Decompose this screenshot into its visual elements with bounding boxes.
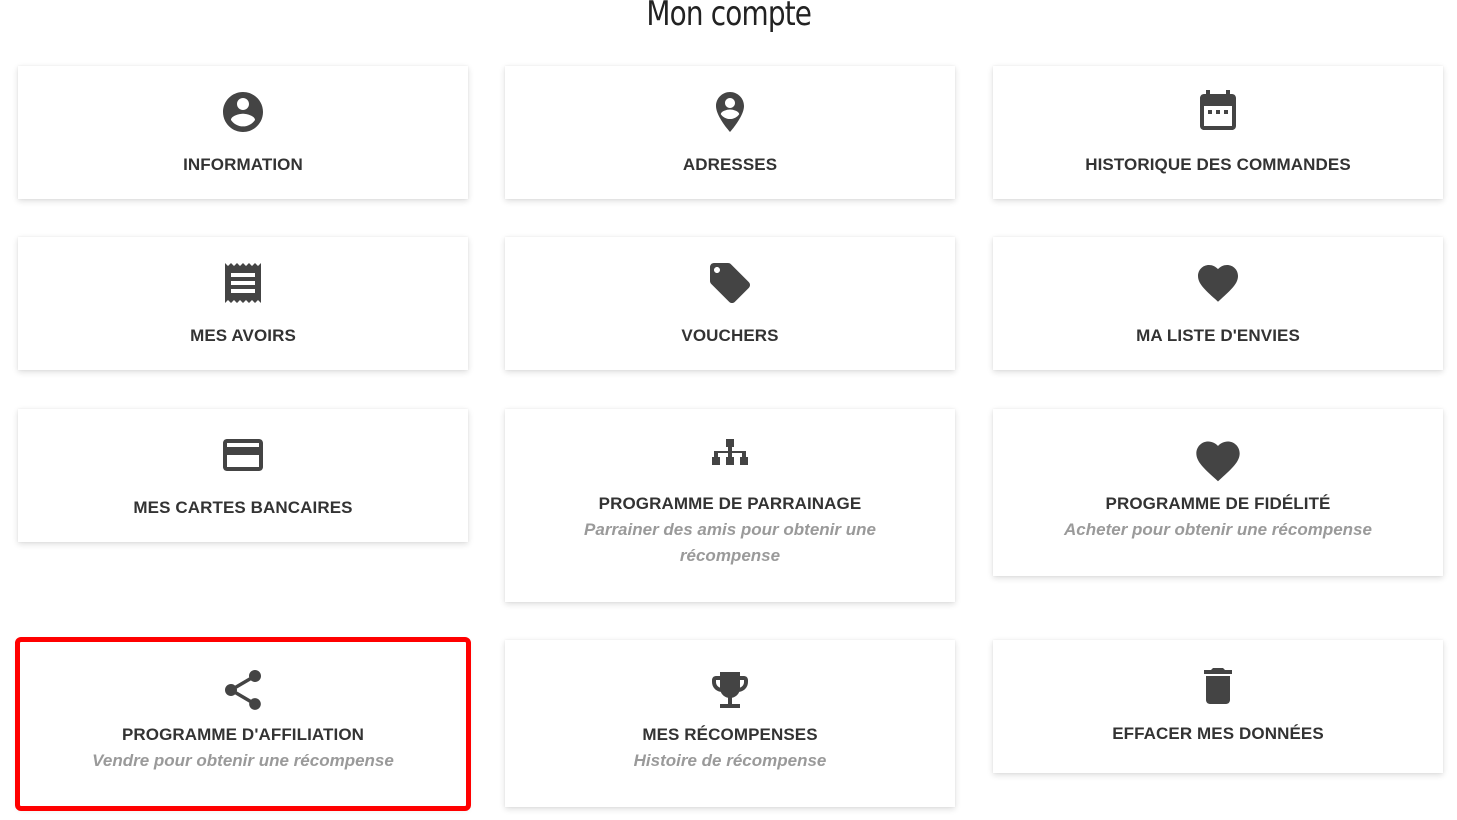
tag-icon [710, 263, 750, 303]
card-parrainage[interactable]: PROGRAMME DE PARRAINAGE Parrainer des am… [505, 409, 955, 602]
card-label: HISTORIQUE DES COMMANDES [1085, 155, 1351, 174]
card-subtitle: Vendre pour obtenir une récompense [92, 751, 394, 770]
heart-icon [1196, 441, 1240, 482]
card-subtitle: Histoire de récompense [633, 751, 827, 770]
receipt-icon [225, 263, 261, 303]
card-label: ADRESSES [682, 155, 778, 174]
share-icon [225, 670, 261, 710]
card-effacer-donnees[interactable]: EFFACER MES DONNÉES [993, 640, 1443, 773]
heart-icon [1198, 265, 1238, 302]
card-recompenses[interactable]: MES RÉCOMPENSES Histoire de récompense [505, 640, 955, 807]
card-label: MES CARTES BANCAIRES [133, 498, 353, 517]
card-mes-avoirs[interactable]: MES AVOIRS [18, 237, 468, 370]
card-label: MES AVOIRS [190, 326, 296, 345]
card-label: MA LISTE D'ENVIES [1136, 326, 1300, 345]
card-cartes-bancaires[interactable]: MES CARTES BANCAIRES [18, 409, 468, 542]
location-pin-icon [716, 92, 744, 132]
trophy-icon [712, 672, 748, 708]
card-fidelite[interactable]: PROGRAMME DE FIDÉLITÉ Acheter pour obten… [993, 409, 1443, 576]
card-historique-commandes[interactable]: HISTORIQUE DES COMMANDES [993, 66, 1443, 199]
card-label: PROGRAMME DE FIDÉLITÉ [1105, 494, 1331, 513]
card-affiliation[interactable]: PROGRAMME D'AFFILIATION Vendre pour obte… [18, 640, 468, 807]
calendar-icon [1200, 90, 1236, 130]
card-label: VOUCHERS [681, 326, 779, 345]
sitemap-icon [712, 439, 748, 465]
card-label: MES RÉCOMPENSES [642, 725, 818, 744]
page-title: Mon compte [646, 0, 812, 34]
card-label: EFFACER MES DONNÉES [1112, 724, 1324, 743]
card-subtitle: Acheter pour obtenir une récompense [1064, 520, 1372, 539]
card-label: PROGRAMME DE PARRAINAGE [598, 494, 862, 513]
card-vouchers[interactable]: VOUCHERS [505, 237, 955, 370]
card-subtitle: Parrainer des amis pour obtenir une réco… [584, 520, 876, 565]
card-label: INFORMATION [183, 155, 303, 174]
card-adresses[interactable]: ADRESSES [505, 66, 955, 199]
trash-icon [1204, 668, 1232, 704]
card-information[interactable]: INFORMATION [18, 66, 468, 199]
account-circle-icon [223, 92, 263, 132]
card-label: PROGRAMME D'AFFILIATION [121, 725, 365, 744]
credit-card-icon [223, 439, 263, 471]
card-liste-envies[interactable]: MA LISTE D'ENVIES [993, 237, 1443, 370]
